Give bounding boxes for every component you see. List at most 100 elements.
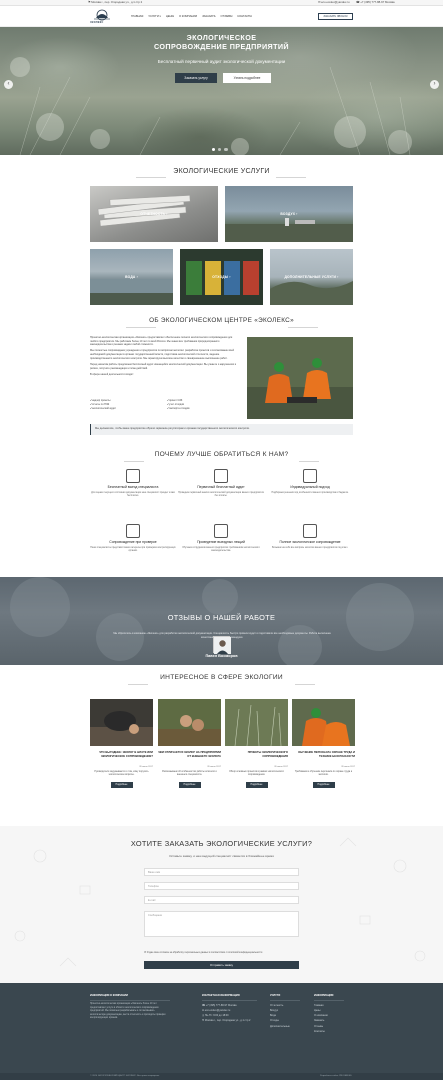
lecture-icon	[214, 524, 228, 538]
news-card-title[interactable]: ПРОЕКТЫ ЭКОЛОГИЧЕСКОГО СОПРОВОЖДЕНИЯ	[225, 751, 288, 765]
news-card[interactable]: ЧЕМ ОТЛИЧАЕТСЯ ЭКОЛОГ НА ПРЕДПРИЯТИИ ОТ …	[158, 699, 221, 788]
footer-services-title: УСЛУГИ	[270, 994, 281, 997]
footer-contacts-list: ☎ +7 (495) 777-88-97 Москва ✉ eco.ecolex…	[202, 1003, 262, 1024]
order-service-button[interactable]: Заказать услугу	[175, 73, 217, 83]
footer-info-list: Главная Цены О компании Заказать Отзывы …	[314, 1003, 328, 1034]
divider	[295, 684, 315, 685]
service-tile-label: ОТХОДЫ ›	[212, 275, 231, 279]
news-image	[158, 699, 221, 746]
news-card-desc: Руководители задумываются о том, кому по…	[94, 770, 149, 777]
email-input[interactable]: E-mail	[144, 896, 299, 904]
top-email-link[interactable]: ✉ eco.ecolex@yandex.ru	[318, 0, 350, 5]
service-tile-label: ОТЧЕТНОСТЬ ›	[140, 212, 168, 216]
footer-about-title: ИНФОРМАЦИЯ О КОМПАНИИ	[90, 994, 128, 997]
form-subtitle: Оставьте заявку, и наш ведущий специалис…	[169, 854, 274, 858]
site-footer: ИНФОРМАЦИЯ О КОМПАНИИ Проектно-экологиче…	[0, 983, 443, 1080]
news-card-title[interactable]: ЧЕМ ОТЛИЧАЕТСЯ ЭКОЛОГ НА ПРЕДПРИЯТИИ ОТ …	[158, 751, 221, 765]
news-image	[90, 699, 153, 746]
news-card[interactable]: ОБУЧЕНИЕ ПЕРСОНАЛА ОХРАНЕ ТРУДА И ТЕХНИК…	[292, 699, 355, 788]
news-card-desc: Рассказываем об особенностях работы штат…	[162, 770, 217, 777]
review-author: Павел Вооморов	[205, 654, 238, 658]
about-quote: Мы делаем все, чтобы ваше предприятие об…	[90, 424, 353, 435]
hero-subtitle: Бесплатный первичный аудит экологической…	[157, 59, 286, 64]
copyright-bar	[0, 1073, 443, 1080]
nav-item-reviews[interactable]: ОТЗЫВЫ	[221, 15, 233, 19]
service-tile-air[interactable]: ВОЗДУХ ›	[225, 186, 353, 242]
name-input[interactable]: Ваше имя	[144, 868, 299, 876]
person-icon	[126, 469, 140, 483]
nav-item-order[interactable]: ЗАКАЗАТЬ	[202, 15, 215, 19]
service-tile-water[interactable]: ВОДА ›	[90, 249, 173, 305]
about-photo-image	[247, 337, 353, 419]
form-title: ХОТИТЕ ЗАКАЗАТЬ ЭКОЛОГИЧЕСКИЕ УСЛУГИ?	[130, 839, 313, 848]
nav-item-about[interactable]: О КОМПАНИИ	[179, 15, 197, 19]
phone-input[interactable]: Телефон	[144, 882, 299, 890]
about-title: ОБ ЭКОЛОГИЧЕСКОМ ЦЕНТРЕ «ЭКОЛЕКС»	[149, 317, 294, 324]
divider	[288, 327, 318, 328]
why-item: Проведение выездных лекций Обучаем сотру…	[178, 524, 264, 553]
order-form-section	[0, 826, 443, 983]
document-icon	[214, 469, 228, 483]
site-header: ЭКОЛЕКС ГЛАВНАЯ УСЛУГИ ▾ ЦЕНЫ О КОМПАНИИ…	[0, 6, 443, 27]
main-nav: ГЛАВНАЯ УСЛУГИ ▾ ЦЕНЫ О КОМПАНИИ ЗАКАЗАТ…	[131, 15, 252, 19]
why-item: Полное экологическое сопровождение Возьм…	[267, 524, 353, 550]
slider-dots	[212, 148, 228, 152]
read-more-button[interactable]: Подробнее	[312, 781, 335, 788]
news-card-title[interactable]: ОБУЧЕНИЕ ПЕРСОНАЛА ОХРАНЕ ТРУДА И ТЕХНИК…	[292, 751, 355, 765]
news-card[interactable]: ЧТО ВЫГОДНЕЕ: ЭКОЛОГ В ШТАТЕ ИЛИ ЭКОЛОГИ…	[90, 699, 153, 788]
service-tile-label: ВОДА ›	[125, 275, 138, 279]
avatar	[213, 636, 231, 654]
footer-link[interactable]: Контакты	[314, 1029, 328, 1034]
copyright-text: © 2024 ЭКОЛОГИЧЕСКИЙ ЦЕНТР ЭКОЛЕКС. Все …	[90, 1075, 160, 1077]
submit-button[interactable]: Отправить заявку	[144, 961, 299, 969]
divider	[299, 461, 319, 462]
nav-item-prices[interactable]: ЦЕНЫ	[166, 15, 174, 19]
divider	[126, 327, 156, 328]
service-tile-waste[interactable]: ОТХОДЫ ›	[180, 249, 263, 305]
nav-item-services[interactable]: УСЛУГИ ▾	[148, 15, 161, 19]
handshake-icon	[303, 469, 317, 483]
divider	[276, 177, 306, 178]
slider-dot[interactable]	[218, 148, 222, 152]
top-phone-link[interactable]: ☎ +7 (495) 777-88-97 Москва	[356, 0, 395, 5]
divider	[270, 1000, 300, 1001]
consent-checkbox[interactable]: ☑ Я даю свое согласие на обработку персо…	[144, 952, 304, 955]
why-title: ПОЧЕМУ ЛУЧШЕ ОБРАТИТЬСЯ К НАМ?	[154, 451, 289, 458]
developer-link[interactable]: Разработка сайта: PROGRESS	[320, 1075, 352, 1078]
footer-about-text: Проектно-экологическая организация «Экол…	[90, 1003, 166, 1020]
nav-item-contacts[interactable]: КОНТАКТЫ	[237, 15, 252, 19]
footer-link[interactable]: Дополнительные	[270, 1024, 290, 1029]
nav-item-home[interactable]: ГЛАВНАЯ	[131, 15, 143, 19]
news-card-desc: Требования к обучению персонала по охран…	[294, 770, 353, 777]
divider	[314, 1000, 344, 1001]
about-checklist: надзор проекты проект СЗЗ отчеты по ПЭК …	[90, 399, 240, 410]
order-call-button[interactable]: ЗАКАЗАТЬ ЗВОНОК	[318, 13, 353, 20]
footer-services-list: Отчетность Воздух Вода Отходы Дополнител…	[270, 1003, 290, 1029]
inspector-icon	[126, 524, 140, 538]
news-card-title[interactable]: ЧТО ВЫГОДНЕЕ: ЭКОЛОГ В ШТАТЕ ИЛИ ЭКОЛОГИ…	[90, 751, 153, 765]
service-tile-additional[interactable]: ДОПОЛНИТЕЛЬНЫЕ УСЛУГИ ›	[270, 249, 353, 305]
read-more-button[interactable]: Подробнее	[110, 781, 133, 788]
why-item: Первичный бесплатный аудит Проведем перв…	[178, 469, 264, 498]
news-image	[292, 699, 355, 746]
service-tile-label: ДОПОЛНИТЕЛЬНЫЕ УСЛУГИ ›	[284, 275, 339, 279]
why-item: Индивидуальный подход Подбираем решения …	[267, 469, 353, 495]
service-tile-reporting[interactable]: ОТЧЕТНОСТЬ ›	[90, 186, 218, 242]
divider	[202, 1000, 257, 1001]
top-address: ⚑ Москва г., пер. Огородная ул., д.1 стр…	[88, 0, 143, 5]
form-background-pattern	[14, 837, 426, 967]
news-card-date: 26 июня 2017	[207, 766, 221, 768]
news-card-date: 26 июня 2017	[139, 766, 153, 768]
slider-prev-arrow-icon[interactable]: ‹	[4, 80, 13, 89]
logo-text: ЭКОЛЕКС	[90, 21, 104, 24]
news-card[interactable]: ПРОЕКТЫ ЭКОЛОГИЧЕСКОГО СОПРОВОЖДЕНИЯ 26 …	[225, 699, 288, 788]
workers-image	[247, 337, 353, 419]
slider-dot[interactable]	[224, 148, 228, 152]
read-more-button[interactable]: Подробнее	[178, 781, 201, 788]
about-text: Проектно-экологическая организация «Экол…	[90, 336, 237, 376]
learn-more-button[interactable]: Узнать подробнее	[223, 73, 271, 83]
slider-next-arrow-icon[interactable]: ›	[430, 80, 439, 89]
slider-dot[interactable]	[212, 148, 216, 152]
read-more-button[interactable]: Подробнее	[245, 781, 268, 788]
message-textarea[interactable]: Сообщение	[144, 911, 299, 937]
